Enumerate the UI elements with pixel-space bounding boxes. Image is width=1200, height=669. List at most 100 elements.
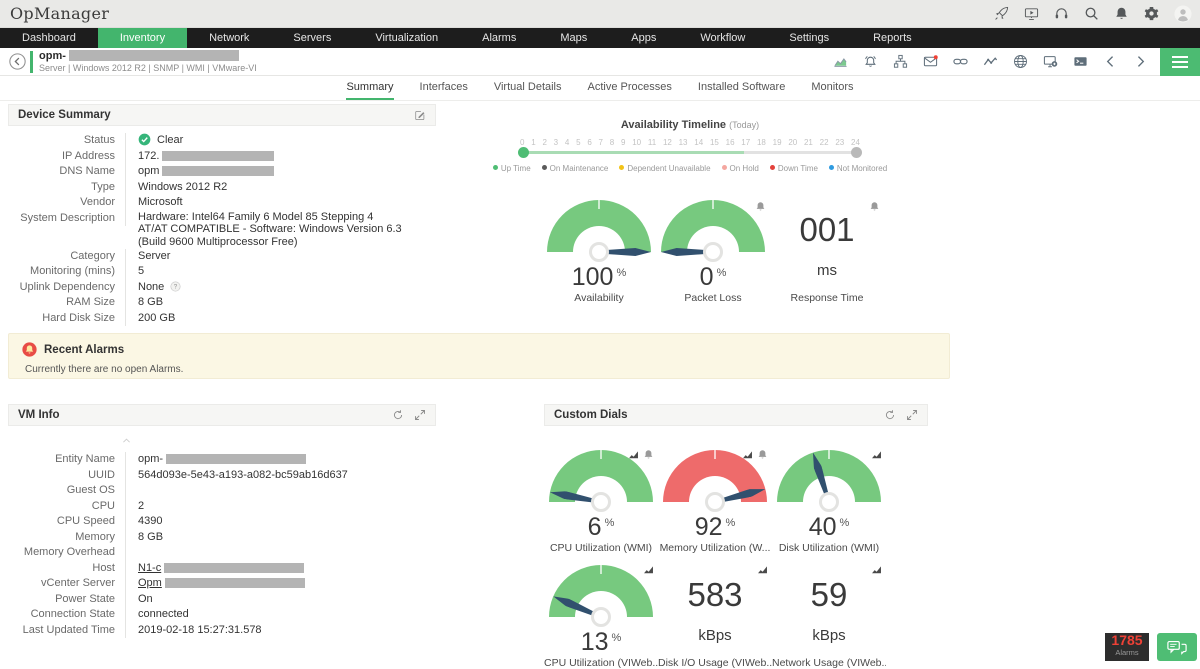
legend-item-on-hold: On Hold bbox=[722, 164, 759, 173]
mail-icon[interactable] bbox=[923, 53, 938, 71]
field-value-text: 172. bbox=[138, 150, 159, 162]
chart-icon[interactable] bbox=[757, 561, 768, 579]
field-value: 4390 bbox=[126, 514, 162, 530]
globe-icon[interactable] bbox=[1013, 53, 1028, 71]
tab-active-processes[interactable]: Active Processes bbox=[588, 76, 672, 100]
tab-installed-software[interactable]: Installed Software bbox=[698, 76, 785, 100]
timeline-start-dot[interactable] bbox=[518, 147, 529, 158]
field-value: 172. bbox=[126, 149, 274, 165]
device-summary-fields: StatusClearIP Address172.DNS NameopmType… bbox=[8, 133, 436, 326]
timeline-tick-label: 23 bbox=[835, 138, 844, 147]
area-chart-icon[interactable] bbox=[833, 53, 848, 71]
field-value-link[interactable]: N1-c bbox=[138, 562, 161, 574]
field-value-text: Windows 2012 R2 bbox=[138, 181, 227, 193]
back-button[interactable] bbox=[9, 53, 26, 70]
field-value-text: 2 bbox=[138, 500, 144, 512]
menu-button[interactable] bbox=[1160, 48, 1200, 76]
dial-disk-utilization-wmi: 40%Disk Utilization (WMI) bbox=[772, 430, 886, 545]
device-tabs: Summary Interfaces Virtual Details Active P… bbox=[0, 76, 1200, 101]
trend-icon[interactable] bbox=[983, 53, 998, 71]
timeline-tick-label: 0 bbox=[520, 138, 524, 147]
field-value-text: Server bbox=[138, 250, 170, 262]
nav-item-virtualization[interactable]: Virtualization bbox=[353, 28, 460, 48]
legend-label: On Maintenance bbox=[550, 164, 609, 173]
timeline-tick-label: 1 bbox=[531, 138, 535, 147]
gauge bbox=[549, 565, 653, 621]
refresh-icon[interactable] bbox=[392, 409, 404, 421]
edit-icon[interactable] bbox=[414, 109, 426, 121]
timeline-tick-label: 12 bbox=[663, 138, 672, 147]
collapse-arrow-icon[interactable] bbox=[121, 432, 132, 450]
field-value-link[interactable]: Opm bbox=[138, 577, 162, 589]
status-ok-icon bbox=[138, 133, 151, 149]
refresh-icon[interactable] bbox=[884, 409, 896, 421]
presentation-icon[interactable] bbox=[1024, 5, 1039, 23]
rocket-icon[interactable] bbox=[994, 5, 1009, 23]
timeline-tick-label: 13 bbox=[679, 138, 688, 147]
tab-virtual-details[interactable]: Virtual Details bbox=[494, 76, 562, 100]
nav-item-reports[interactable]: Reports bbox=[851, 28, 934, 48]
chat-button[interactable] bbox=[1157, 633, 1197, 661]
bell-icon[interactable] bbox=[869, 198, 880, 216]
timeline-tick-label: 22 bbox=[820, 138, 829, 147]
gauge-tick bbox=[714, 450, 716, 459]
field-value: 5 bbox=[126, 264, 144, 280]
nav-item-maps[interactable]: Maps bbox=[538, 28, 609, 48]
timeline-tick-label: 17 bbox=[741, 138, 750, 147]
redacted-value bbox=[162, 151, 274, 161]
chevron-left-icon[interactable] bbox=[1103, 53, 1118, 71]
field-row: Entity Nameopm- bbox=[8, 452, 436, 468]
legend-label: Dependent Unavailable bbox=[627, 164, 710, 173]
chevron-right-icon[interactable] bbox=[1133, 53, 1148, 71]
field-label: Hard Disk Size bbox=[8, 311, 126, 327]
nav-item-settings[interactable]: Settings bbox=[767, 28, 851, 48]
timeline-tick-label: 14 bbox=[694, 138, 703, 147]
field-row: VendorMicrosoft bbox=[8, 195, 436, 211]
dial-label: Network Usage (VIWeb... bbox=[772, 657, 886, 669]
field-row: Uplink DependencyNone? bbox=[8, 280, 436, 296]
screen-share-icon[interactable] bbox=[1043, 53, 1058, 71]
alarm-count-badge[interactable]: 1785 Alarms bbox=[1105, 633, 1149, 661]
field-value-text: opm bbox=[138, 165, 159, 177]
chart-icon[interactable] bbox=[871, 561, 882, 579]
field-row: Category Server bbox=[8, 249, 436, 265]
dial-unit: ms bbox=[770, 256, 884, 286]
terminal-icon[interactable] bbox=[1073, 53, 1088, 71]
field-label: Host bbox=[8, 561, 126, 577]
nav-item-inventory[interactable]: Inventory bbox=[98, 28, 187, 48]
field-label: Memory Overhead bbox=[8, 545, 126, 561]
field-label: Category bbox=[8, 249, 126, 265]
timeline-tick-label: 5 bbox=[576, 138, 580, 147]
field-value-text: 4390 bbox=[138, 515, 162, 527]
alarm-bell-icon[interactable] bbox=[863, 53, 878, 71]
dial-cpu-utilization-viweb: 13%CPU Utilization (VIWeb... bbox=[544, 545, 658, 660]
field-label: Connection State bbox=[8, 607, 126, 623]
tab-summary[interactable]: Summary bbox=[346, 76, 393, 100]
gear-icon[interactable] bbox=[1144, 5, 1159, 23]
topology-icon[interactable] bbox=[893, 53, 908, 71]
timeline-end-dot[interactable] bbox=[851, 147, 862, 158]
field-row: DNS Nameopm bbox=[8, 164, 436, 180]
avatar-icon[interactable] bbox=[1174, 5, 1192, 23]
nav-item-alarms[interactable]: Alarms bbox=[460, 28, 538, 48]
field-value: 2 bbox=[126, 499, 144, 515]
field-row: Host N1-c bbox=[8, 561, 436, 577]
custom-dials-title: Custom Dials bbox=[554, 409, 628, 421]
expand-icon[interactable] bbox=[906, 409, 918, 421]
nav-item-dashboard[interactable]: Dashboard bbox=[0, 28, 98, 48]
expand-icon[interactable] bbox=[414, 409, 426, 421]
nav-item-apps[interactable]: Apps bbox=[609, 28, 678, 48]
link-icon[interactable] bbox=[953, 53, 968, 71]
nav-item-network[interactable]: Network bbox=[187, 28, 271, 48]
nav-item-servers[interactable]: Servers bbox=[271, 28, 353, 48]
legend-label: Up Time bbox=[501, 164, 531, 173]
timeline-tick-label: 2 bbox=[542, 138, 546, 147]
dial-response-time: 001msResponse Time bbox=[770, 194, 884, 304]
help-icon[interactable]: ? bbox=[170, 280, 181, 296]
bell-icon[interactable] bbox=[1114, 5, 1129, 23]
tab-interfaces[interactable]: Interfaces bbox=[420, 76, 468, 100]
headset-icon[interactable] bbox=[1054, 5, 1069, 23]
search-icon[interactable] bbox=[1084, 5, 1099, 23]
nav-item-workflow[interactable]: Workflow bbox=[678, 28, 767, 48]
tab-monitors[interactable]: Monitors bbox=[811, 76, 853, 100]
